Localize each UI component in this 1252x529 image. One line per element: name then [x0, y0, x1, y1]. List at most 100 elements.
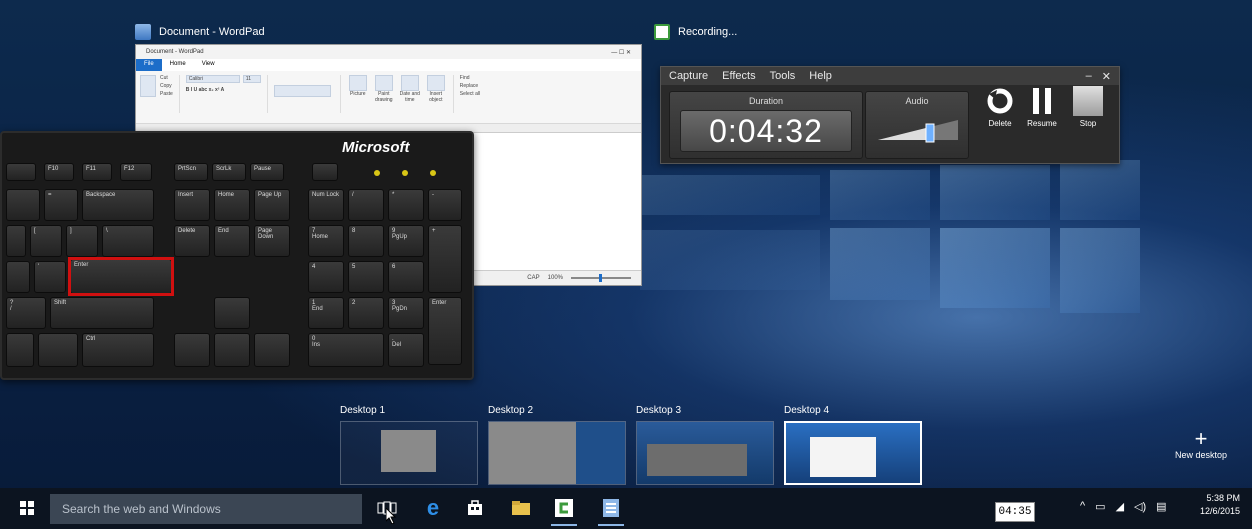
- select-all-button[interactable]: Select all: [460, 91, 480, 97]
- clipboard-labels: Cut Copy Paste: [160, 75, 173, 97]
- paint-drawing-button[interactable]: Paint drawing: [373, 75, 395, 103]
- key-num3: 3 PgDn: [388, 297, 424, 329]
- key-f11: F11: [82, 163, 112, 181]
- desktop-3-thumbnail[interactable]: [636, 421, 774, 485]
- paint-drawing-label: Paint drawing: [375, 91, 393, 103]
- align-buttons[interactable]: [273, 85, 331, 97]
- desktop-1-thumbnail[interactable]: [340, 421, 478, 485]
- key-numslash: /: [348, 189, 384, 221]
- resume-button[interactable]: Resume: [1019, 83, 1065, 141]
- audio-label: Audio: [905, 96, 929, 106]
- speaker-icon[interactable]: ◁): [1134, 500, 1146, 513]
- edge-button[interactable]: e: [420, 495, 446, 520]
- menu-tools[interactable]: Tools: [770, 70, 796, 82]
- system-tray: ^ ▭ ◢ ◁) ▤: [1080, 500, 1167, 513]
- calendar-icon: [400, 75, 419, 91]
- audio-slider-thumb[interactable]: [925, 123, 935, 143]
- desktop-1-label: Desktop 1: [340, 405, 386, 416]
- wordpad-window-title[interactable]: Document - WordPad: [135, 24, 265, 40]
- key-pgup: Page Up: [254, 189, 290, 221]
- system-clock[interactable]: 5:38 PM 12/6/2015: [1200, 492, 1240, 518]
- copy-label[interactable]: Copy: [160, 83, 173, 89]
- caps-indicator: CAP: [527, 275, 540, 281]
- key-prtscn: PrtScn: [174, 163, 208, 181]
- minimize-button[interactable]: –: [1086, 70, 1092, 83]
- key-f12: F12: [120, 163, 152, 181]
- stop-button[interactable]: Stop: [1065, 83, 1111, 141]
- network-icon[interactable]: ◢: [1116, 500, 1124, 513]
- wordpad-title-text: Document - WordPad: [159, 26, 265, 38]
- clock-date: 12/6/2015: [1199, 506, 1240, 516]
- action-center-icon[interactable]: ▤: [1156, 500, 1166, 513]
- battery-icon[interactable]: ▭: [1095, 500, 1105, 513]
- recorder-window[interactable]: Capture Effects Tools Help – ✕ Duration …: [660, 66, 1120, 164]
- audio-panel: Audio: [865, 91, 969, 159]
- tab-view[interactable]: View: [194, 59, 223, 71]
- close-button[interactable]: ✕: [1102, 70, 1111, 83]
- menu-capture[interactable]: Capture: [669, 70, 708, 82]
- tab-home[interactable]: Home: [162, 59, 194, 71]
- new-desktop-label: New desktop: [1174, 450, 1228, 460]
- recorder-title-text: Recording...: [678, 26, 738, 38]
- store-button[interactable]: [462, 496, 488, 520]
- recording-timer-overlay: 04:35: [995, 502, 1035, 522]
- zoom-thumb[interactable]: [599, 274, 602, 282]
- new-desktop-button[interactable]: + New desktop: [1168, 428, 1234, 461]
- paste-label[interactable]: Paste: [160, 91, 173, 97]
- wordpad-titlebar: Document - WordPad — ☐ ✕: [136, 45, 641, 59]
- clipboard-group: Cut Copy Paste: [140, 75, 180, 113]
- wallpaper-shard: [830, 170, 930, 220]
- desktop-4-thumbnail[interactable]: [784, 421, 922, 485]
- key-windows: [6, 333, 34, 367]
- key-shift: Shift: [50, 297, 154, 329]
- key-led-icon: [312, 163, 338, 181]
- font-size-select[interactable]: 11: [242, 75, 261, 83]
- pause-icon: [1019, 83, 1065, 119]
- file-explorer-button[interactable]: [508, 496, 534, 520]
- menu-effects[interactable]: Effects: [722, 70, 755, 82]
- wordpad-titlebar-text: Document - WordPad: [146, 49, 204, 55]
- key-pause: Pause: [250, 163, 284, 181]
- menu-help[interactable]: Help: [809, 70, 832, 82]
- camtasia-taskbar-button[interactable]: [551, 496, 577, 526]
- replace-button[interactable]: Replace: [460, 83, 480, 89]
- stop-icon: [1065, 83, 1111, 119]
- zoom-slider[interactable]: [571, 274, 631, 282]
- key-lbracket: [: [30, 225, 62, 257]
- chevron-up-icon[interactable]: ^: [1080, 500, 1085, 513]
- audio-level-fill: [878, 127, 930, 140]
- recorder-window-title[interactable]: Recording...: [654, 24, 737, 40]
- led-indicator: [402, 170, 408, 176]
- wallpaper-shard: [940, 165, 1050, 220]
- desktop-1-preview: [381, 430, 436, 472]
- cut-label[interactable]: Cut: [160, 75, 173, 81]
- find-button[interactable]: Find: [460, 75, 480, 81]
- delete-button[interactable]: Delete: [977, 83, 1023, 141]
- task-view-button[interactable]: [374, 496, 400, 524]
- search-box[interactable]: Search the web and Windows: [50, 494, 362, 524]
- taskbar: Search the web and Windows e ^ ▭ ◢ ◁) ▤: [0, 488, 1252, 529]
- wordpad-taskbar-button[interactable]: [598, 496, 624, 526]
- key-num0: 0 Ins: [308, 333, 384, 367]
- start-button[interactable]: [20, 501, 34, 515]
- key-num7: 7 Home: [308, 225, 344, 257]
- key-left: [174, 333, 210, 367]
- paste-button[interactable]: [140, 75, 156, 97]
- date-time-label: Date and time: [399, 91, 420, 103]
- key-num1-sub: End: [312, 306, 323, 312]
- desktop-2-thumbnail[interactable]: [488, 421, 626, 485]
- key-fslash-label: /: [10, 306, 12, 312]
- date-time-button[interactable]: Date and time: [399, 75, 421, 103]
- desktop-3-window: [647, 444, 747, 476]
- zoom-level: 100%: [547, 275, 563, 281]
- key-f9: [6, 163, 36, 181]
- picture-button[interactable]: Picture: [347, 75, 369, 97]
- font-name-select[interactable]: Calibri: [185, 75, 240, 83]
- audio-level-meter[interactable]: [878, 116, 958, 146]
- key-numlock: Num Lock: [308, 189, 344, 221]
- insert-object-button[interactable]: Insert object: [425, 75, 447, 103]
- insert-object-label: Insert object: [429, 91, 443, 103]
- key-right: [254, 333, 290, 367]
- window-controls[interactable]: — ☐ ✕: [611, 49, 631, 56]
- tab-file[interactable]: File: [136, 59, 162, 71]
